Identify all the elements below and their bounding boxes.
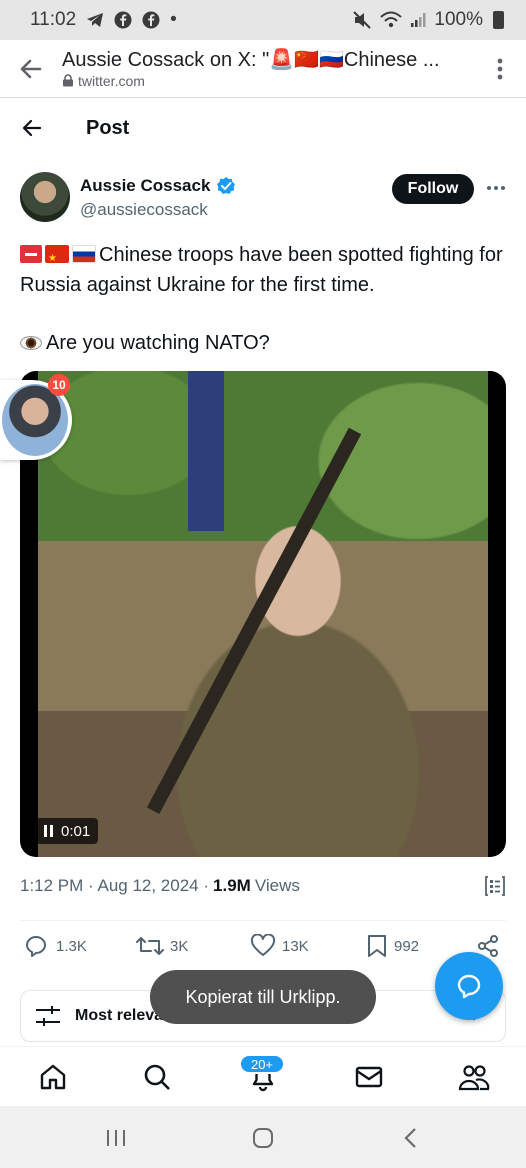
eye-emoji-icon xyxy=(20,336,42,350)
bookmark-button[interactable]: 992 xyxy=(366,934,419,958)
tab-search[interactable] xyxy=(139,1059,175,1095)
analytics-icon[interactable] xyxy=(484,874,506,898)
browser-back-button[interactable] xyxy=(0,40,62,98)
browser-toolbar: Aussie Cossack on X: "🚨🇨🇳🇷🇺Chinese ... t… xyxy=(0,40,526,98)
video-player[interactable]: 0:01 xyxy=(20,371,506,857)
action-bar: 1.3K 3K 13K 992 xyxy=(20,934,506,966)
signal-icon xyxy=(410,12,426,28)
tab-messages[interactable] xyxy=(351,1059,387,1095)
author-handle[interactable]: @aussiecossack xyxy=(80,200,208,220)
browser-menu-button[interactable] xyxy=(474,40,526,98)
bookmark-count: 992 xyxy=(394,937,420,955)
arrow-left-icon xyxy=(22,119,42,137)
system-navigation-bar xyxy=(0,1106,526,1168)
verified-badge-icon xyxy=(217,177,236,194)
system-back-button[interactable] xyxy=(390,1124,430,1152)
china-flag-icon xyxy=(45,244,69,274)
compose-reply-button[interactable] xyxy=(435,952,503,1020)
repost-count: 3K xyxy=(170,937,189,955)
more-options-button[interactable] xyxy=(484,176,508,200)
reply-icon xyxy=(26,936,46,957)
follow-button[interactable]: Follow xyxy=(392,174,474,204)
tweet-paragraph: Chinese troops have been spotted fightin… xyxy=(20,240,510,300)
telegram-icon xyxy=(86,12,104,28)
facebook-icon xyxy=(114,11,132,29)
siren-emoji-icon xyxy=(20,245,42,263)
post-meta: 1:12 PM · Aug 12, 2024 · 1.9M Views xyxy=(20,876,510,896)
chat-bubble-icon xyxy=(457,974,481,999)
repost-button[interactable]: 3K xyxy=(136,934,188,958)
communities-icon xyxy=(458,1065,490,1091)
heart-icon xyxy=(250,934,276,956)
reply-count: 1.3K xyxy=(56,937,87,955)
tweet-text-line2: Are you watching NATO? xyxy=(46,332,270,354)
header-title: Post xyxy=(86,116,130,139)
bookmark-icon xyxy=(368,935,386,957)
notifications-badge: 20+ xyxy=(239,1054,285,1074)
author-avatar[interactable] xyxy=(20,172,70,222)
video-frame-detail xyxy=(188,371,224,531)
reply-button[interactable]: 1.3K xyxy=(24,934,87,958)
video-timestamp[interactable]: 0:01 xyxy=(36,818,99,844)
status-bar: 11:02 • 100% xyxy=(0,0,526,40)
tab-communities[interactable] xyxy=(456,1059,492,1095)
more-horizontal-icon xyxy=(487,186,505,190)
facebook-icon xyxy=(142,11,160,29)
mute-icon xyxy=(352,11,372,29)
russia-flag-icon xyxy=(72,245,96,263)
home-icon xyxy=(40,1064,66,1090)
recent-apps-button[interactable] xyxy=(96,1124,136,1152)
repost-icon xyxy=(136,937,164,955)
sliders-icon xyxy=(36,1006,60,1026)
more-vertical-icon xyxy=(497,58,503,79)
wifi-icon xyxy=(380,11,403,29)
url-display: twitter.com xyxy=(62,72,474,90)
tweet-body: Chinese troops have been spotted fightin… xyxy=(20,240,510,386)
post-timestamp: 1:12 PM · Aug 12, 2024 · xyxy=(20,876,210,895)
video-frame-detail xyxy=(146,427,362,814)
status-dot: • xyxy=(170,9,177,30)
arrow-left-icon xyxy=(20,59,42,78)
chevron-left-icon xyxy=(404,1128,416,1148)
video-time-text: 0:01 xyxy=(61,822,91,840)
chat-head-badge: 10 xyxy=(48,374,70,396)
pause-icon xyxy=(44,825,53,837)
like-button[interactable]: 13K xyxy=(250,934,309,958)
like-count: 13K xyxy=(282,937,309,955)
lock-icon xyxy=(63,74,73,87)
tab-home[interactable] xyxy=(35,1059,71,1095)
page-title: Aussie Cossack on X: "🚨🇨🇳🇷🇺Chinese ... xyxy=(62,48,440,71)
recent-apps-icon xyxy=(107,1130,125,1146)
post-back-button[interactable] xyxy=(0,100,64,156)
envelope-icon xyxy=(355,1066,383,1088)
browser-title-area[interactable]: Aussie Cossack on X: "🚨🇨🇳🇷🇺Chinese ... t… xyxy=(62,48,474,90)
divider xyxy=(20,920,506,921)
tweet-paragraph: Are you watching NATO? xyxy=(20,328,510,358)
author-row: Aussie Cossack @aussiecossack Follow xyxy=(20,172,510,226)
status-time: 11:02 xyxy=(30,9,77,30)
url-text: twitter.com xyxy=(78,72,145,89)
home-button[interactable] xyxy=(243,1124,283,1152)
search-icon xyxy=(144,1064,170,1090)
views-count: 1.9M xyxy=(213,876,251,895)
battery-icon xyxy=(493,11,504,29)
post-header: Post xyxy=(0,100,526,156)
home-circle-icon xyxy=(253,1128,273,1148)
battery-level: 100% xyxy=(434,9,483,30)
author-name-row[interactable]: Aussie Cossack xyxy=(80,176,236,196)
video-frame xyxy=(38,371,488,857)
author-name: Aussie Cossack xyxy=(80,176,211,195)
toast-message: Kopierat till Urklipp. xyxy=(150,970,376,1024)
views-label: Views xyxy=(254,876,300,895)
